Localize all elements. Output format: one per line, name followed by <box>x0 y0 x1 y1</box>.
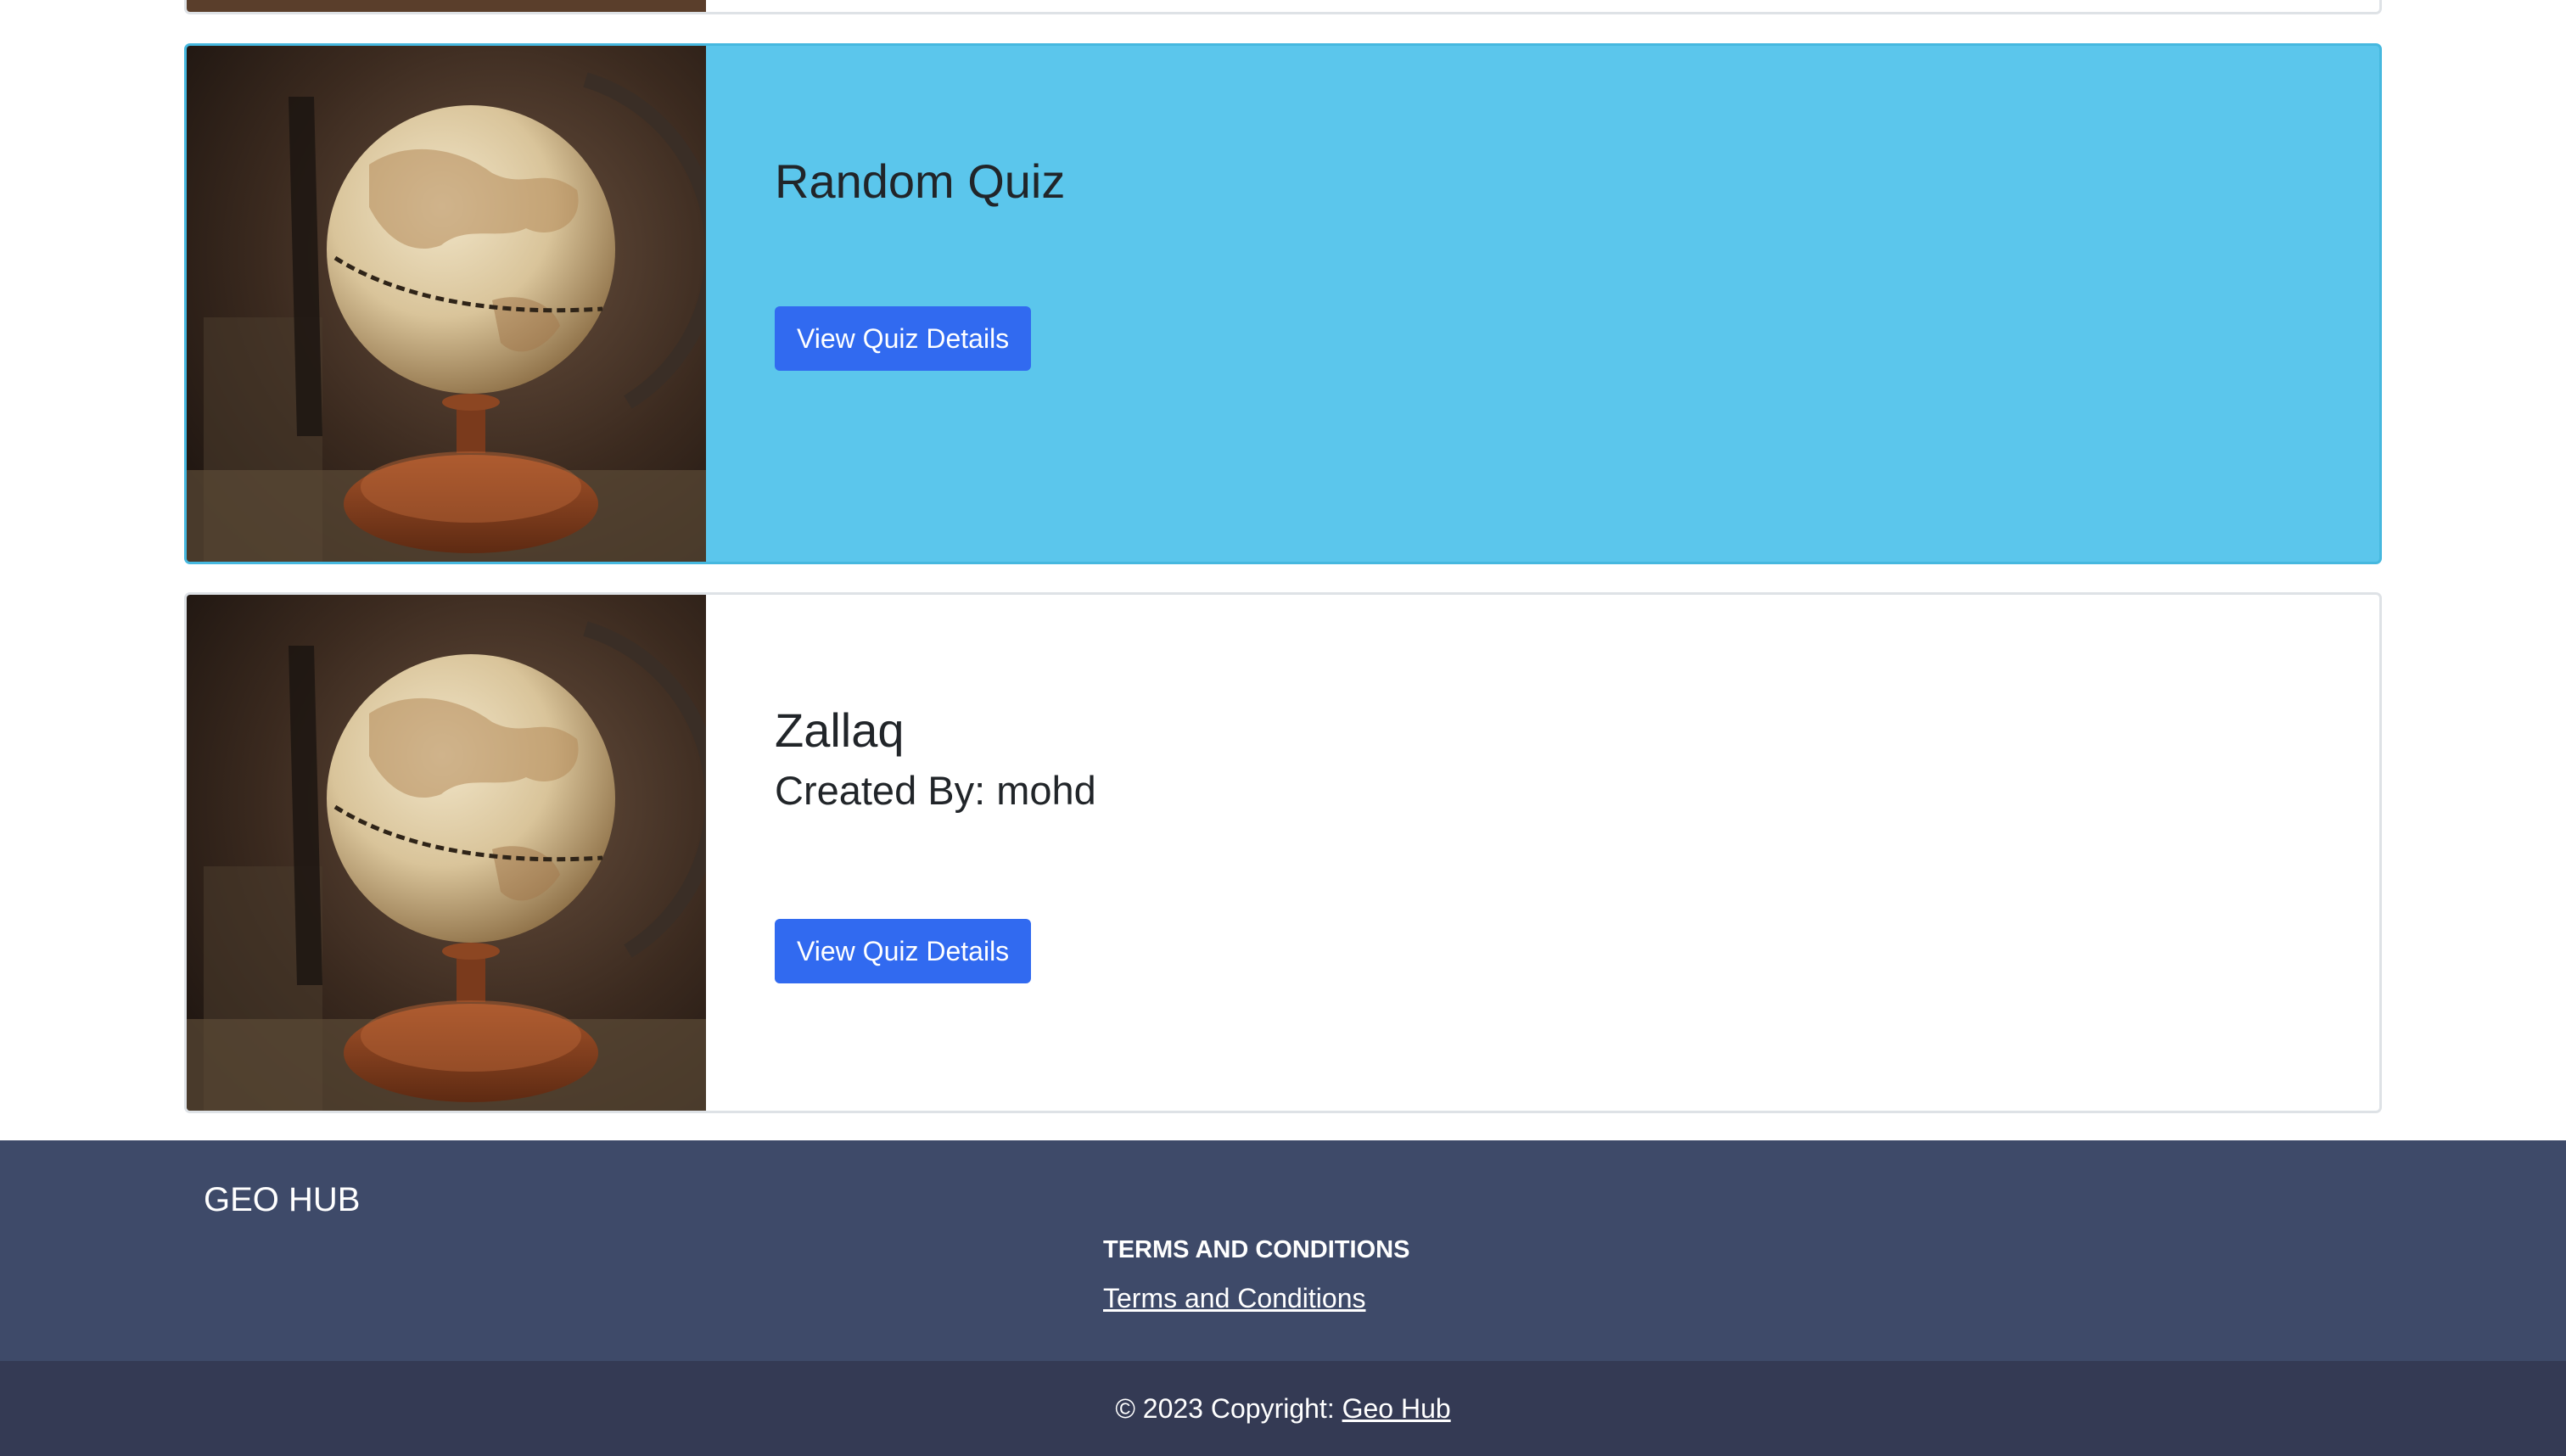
quiz-title: Random Quiz <box>775 154 1066 208</box>
footer-brand: GEO HUB <box>204 1181 361 1218</box>
quiz-card-image <box>187 0 706 12</box>
footer-main: GEO HUB TERMS AND CONDITIONS Terms and C… <box>0 1140 2566 1361</box>
quiz-creator: Created By: mohd <box>775 768 1096 813</box>
footer-terms-heading: TERMS AND CONDITIONS <box>1103 1236 1410 1263</box>
globe-icon <box>187 595 706 1111</box>
view-quiz-details-button[interactable]: View Quiz Details <box>775 306 1032 371</box>
quiz-card-partial <box>184 0 2382 14</box>
quiz-card[interactable]: Random Quiz View Quiz Details <box>184 43 2382 564</box>
globe-image <box>187 46 706 562</box>
site-footer: GEO HUB TERMS AND CONDITIONS Terms and C… <box>0 1140 2566 1456</box>
view-quiz-details-button[interactable]: View Quiz Details <box>775 919 1032 983</box>
quiz-list: Random Quiz View Quiz Details Zallaq Cre… <box>0 0 2566 1140</box>
quiz-title: Zallaq <box>775 703 905 757</box>
globe-image <box>187 595 706 1111</box>
globe-icon <box>187 46 706 562</box>
quiz-card[interactable]: Zallaq Created By: mohd View Quiz Detail… <box>184 592 2382 1113</box>
footer-copyright: © 2023 Copyright: Geo Hub <box>0 1361 2566 1456</box>
copyright-text: © 2023 Copyright: <box>1115 1393 1342 1424</box>
terms-link[interactable]: Terms and Conditions <box>1103 1282 1365 1314</box>
geo-hub-link[interactable]: Geo Hub <box>1342 1393 1451 1424</box>
